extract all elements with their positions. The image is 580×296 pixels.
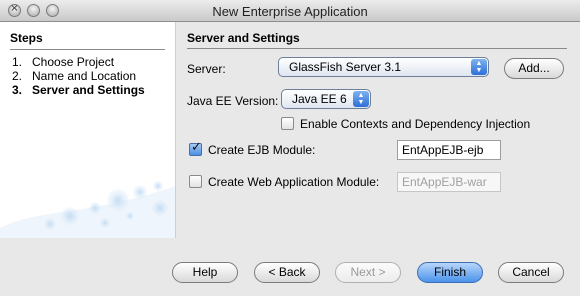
- step-number: 1.: [12, 55, 23, 69]
- server-select-value: GlassFish Server 3.1: [289, 60, 402, 74]
- create-web-module-checkbox[interactable]: [189, 175, 202, 188]
- step-item-server-and-settings: 3. Server and Settings: [12, 83, 145, 97]
- select-arrows-icon: ▲ ▼: [471, 59, 487, 75]
- server-select[interactable]: GlassFish Server 3.1 ▲ ▼: [278, 57, 489, 77]
- create-web-module-label[interactable]: Create Web Application Module:: [208, 175, 379, 189]
- step-label: Name and Location: [32, 69, 137, 83]
- step-label: Server and Settings: [32, 83, 145, 97]
- steps-panel: Steps 1. Choose Project 2. Name and Locati…: [0, 22, 176, 238]
- next-button[interactable]: Next >: [335, 262, 401, 283]
- check-icon: ✓: [191, 140, 202, 155]
- add-server-button[interactable]: Add...: [504, 58, 564, 79]
- back-button[interactable]: < Back: [254, 262, 320, 283]
- finish-button[interactable]: Finish: [417, 262, 483, 283]
- javaee-version-value: Java EE 6: [292, 92, 347, 106]
- section-title: Server and Settings: [187, 31, 300, 45]
- javaee-version-label: Java EE Version:: [187, 94, 279, 108]
- decorative-bubbles-image: [0, 181, 175, 238]
- step-number: 3.: [12, 83, 23, 97]
- step-item-choose-project: 1. Choose Project: [12, 55, 145, 69]
- javaee-version-select[interactable]: Java EE 6 ▲ ▼: [281, 89, 371, 109]
- window-title: New Enterprise Application: [212, 4, 368, 19]
- dialog-window: × New Enterprise Application Steps 1. Cho…: [0, 0, 580, 296]
- create-ejb-module-label[interactable]: Create EJB Module:: [208, 143, 315, 157]
- select-arrows-icon: ▲ ▼: [353, 91, 369, 107]
- title-bar[interactable]: × New Enterprise Application: [0, 0, 580, 22]
- step-item-name-and-location: 2. Name and Location: [12, 69, 145, 83]
- steps-list: 1. Choose Project 2. Name and Location 3. S…: [12, 55, 145, 97]
- web-module-name-input[interactable]: EntAppEJB-war: [397, 172, 501, 192]
- steps-divider: [10, 49, 165, 50]
- steps-heading: Steps: [10, 31, 43, 45]
- ejb-module-name-input[interactable]: EntAppEJB-ejb: [397, 140, 501, 160]
- help-button[interactable]: Help: [172, 262, 238, 283]
- step-number: 2.: [12, 69, 23, 83]
- section-divider: [187, 48, 567, 49]
- step-label: Choose Project: [32, 55, 115, 69]
- server-label: Server:: [187, 62, 226, 76]
- cancel-button[interactable]: Cancel: [498, 262, 564, 283]
- cdi-checkbox-label[interactable]: Enable Contexts and Dependency Injection: [300, 117, 530, 131]
- cdi-checkbox[interactable]: [281, 117, 294, 130]
- create-ejb-module-checkbox[interactable]: ✓: [189, 140, 202, 156]
